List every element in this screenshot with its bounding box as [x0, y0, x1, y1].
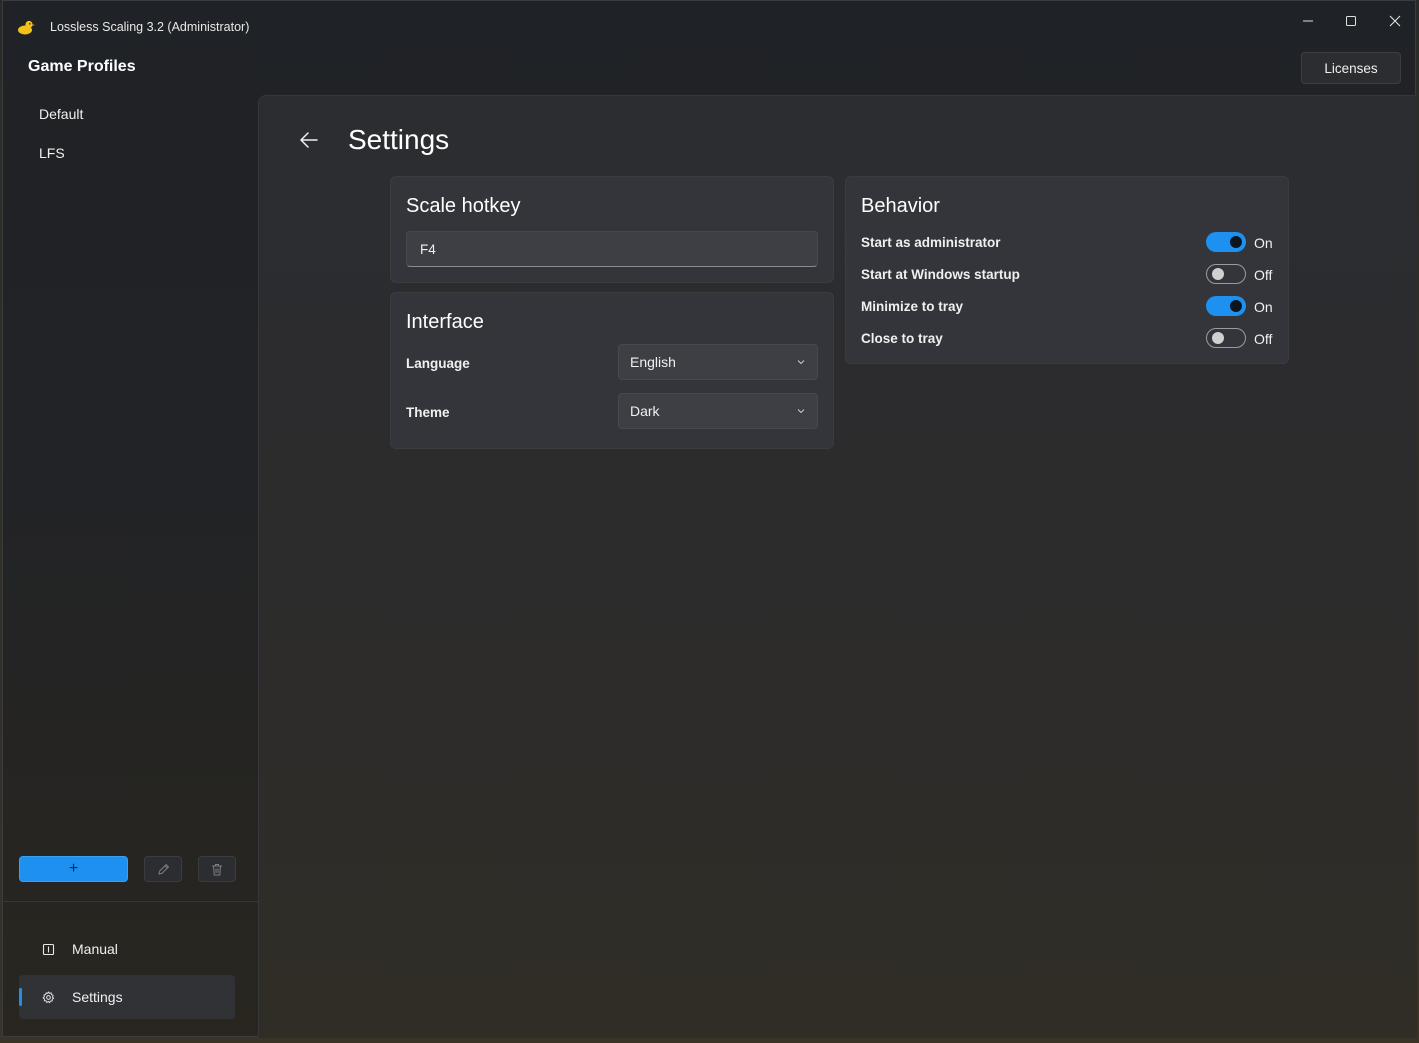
toggle-state-label: On [1254, 235, 1273, 251]
trash-icon [212, 863, 222, 875]
behavior-label: Start as administrator [861, 235, 1001, 250]
card-title: Scale hotkey [406, 195, 521, 217]
chevron-down-icon [797, 409, 805, 414]
sidebar-divider [3, 901, 258, 902]
selection-indicator [19, 988, 22, 1006]
plus-icon: + [68, 860, 79, 877]
theme-label: Theme [406, 405, 450, 420]
nav-item-label: Settings [72, 989, 123, 1005]
start-as-admin-toggle[interactable] [1206, 232, 1246, 252]
maximize-button[interactable] [1336, 9, 1366, 33]
profile-item-default[interactable]: Default [39, 106, 83, 122]
toggle-knob [1212, 332, 1224, 344]
minimize-to-tray-toggle[interactable] [1206, 296, 1246, 316]
close-icon [1389, 15, 1401, 27]
language-value: English [630, 354, 676, 370]
book-icon [38, 943, 58, 956]
card-title: Interface [406, 311, 484, 333]
page-title: Settings [348, 124, 450, 155]
behavior-row-start-as-admin: Start as administrator On [861, 231, 1275, 255]
interface-card: Interface Language English Theme Dark [390, 292, 834, 449]
window-title: Lossless Scaling 3.2 (Administrator) [50, 20, 250, 34]
gear-icon [38, 990, 58, 1004]
delete-profile-button[interactable] [198, 856, 236, 882]
behavior-label: Close to tray [861, 331, 943, 346]
chevron-down-icon [797, 360, 805, 365]
close-button[interactable] [1380, 9, 1410, 33]
title-bar: Lossless Scaling 3.2 (Administrator) [3, 1, 1415, 51]
toggle-state-label: Off [1254, 267, 1273, 283]
licenses-button[interactable]: Licenses [1301, 52, 1401, 84]
behavior-card: Behavior Start as administrator On Start… [845, 176, 1289, 364]
toggle-knob [1230, 300, 1242, 312]
duck-logo-icon [18, 20, 35, 35]
edit-profile-button[interactable] [144, 856, 182, 882]
toggle-state-label: Off [1254, 331, 1273, 347]
theme-dropdown[interactable]: Dark [618, 393, 818, 429]
close-to-tray-toggle[interactable] [1206, 328, 1246, 348]
add-profile-button[interactable]: + [19, 856, 128, 882]
language-label: Language [406, 356, 470, 371]
nav-item-settings[interactable]: Settings [19, 975, 235, 1019]
theme-value: Dark [630, 403, 660, 419]
maximize-icon [1346, 16, 1356, 26]
toggle-state-label: On [1254, 299, 1273, 315]
profile-item-lfs[interactable]: LFS [39, 145, 65, 161]
toggle-knob [1230, 236, 1242, 248]
minimize-button[interactable] [1293, 9, 1323, 33]
back-button[interactable] [297, 128, 321, 152]
behavior-label: Start at Windows startup [861, 267, 1020, 282]
back-arrow-icon [300, 132, 318, 148]
behavior-row-minimize-to-tray: Minimize to tray On [861, 295, 1275, 319]
windows-startup-toggle[interactable] [1206, 264, 1246, 284]
toggle-knob [1212, 268, 1224, 280]
nav-item-manual[interactable]: Manual [19, 927, 235, 971]
behavior-row-close-to-tray: Close to tray Off [861, 327, 1275, 351]
behavior-row-windows-startup: Start at Windows startup Off [861, 263, 1275, 287]
sidebar-title: Game Profiles [28, 58, 136, 75]
behavior-label: Minimize to tray [861, 299, 964, 314]
hotkey-input[interactable]: F4 [406, 231, 818, 267]
language-dropdown[interactable]: English [618, 344, 818, 380]
scale-hotkey-card: Scale hotkey F4 [390, 176, 834, 283]
minimize-icon [1303, 20, 1313, 22]
pencil-icon [157, 863, 169, 875]
nav-item-label: Manual [72, 941, 118, 957]
settings-page: Settings Scale hotkey F4 Interface Langu… [258, 95, 1417, 1038]
card-title: Behavior [861, 195, 940, 217]
app-window: Lossless Scaling 3.2 (Administrator) Lic… [2, 0, 1417, 1038]
